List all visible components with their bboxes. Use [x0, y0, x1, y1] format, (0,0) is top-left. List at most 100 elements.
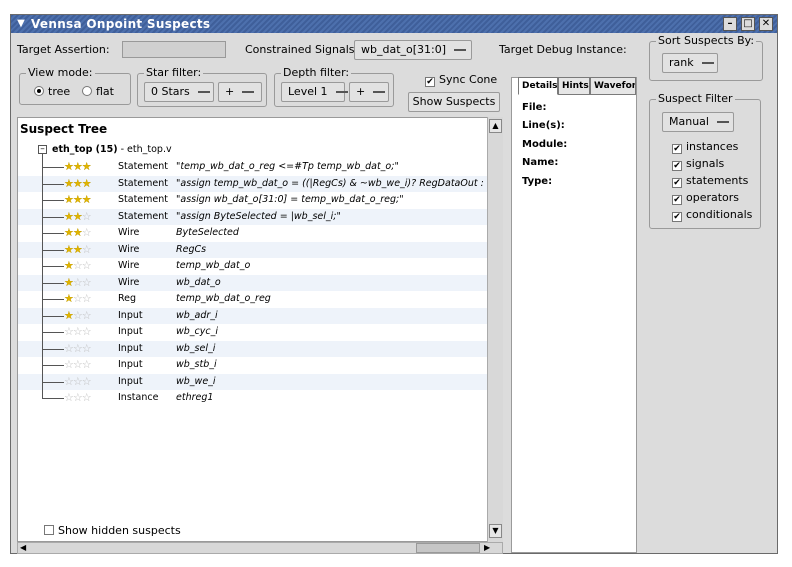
maximize-icon[interactable]: □	[741, 17, 755, 31]
tree-row[interactable]: ★★☆ Statement "assign ByteSelected = |wb_s…	[18, 208, 490, 225]
suspect-kind: Reg	[118, 293, 137, 304]
constrained-signals-select[interactable]: wb_dat_o[31:0]	[354, 40, 472, 60]
star-empty-icon: ☆	[72, 374, 83, 388]
radio-selected-icon	[34, 86, 44, 96]
star-filled-icon: ★	[64, 176, 74, 190]
tree-row[interactable]: ☆☆☆ Input wb_we_i	[18, 373, 490, 390]
suspect-kind: Wire	[118, 227, 140, 238]
constrained-signals-value: wb_dat_o[31:0]	[361, 43, 447, 56]
minimize-icon[interactable]: –	[723, 17, 737, 31]
star-rating-icon: ★★☆	[64, 242, 92, 256]
close-icon[interactable]: ✕	[759, 17, 773, 31]
tree-line	[42, 200, 64, 201]
type-label: Type:	[522, 176, 553, 187]
star-filter-operator-select[interactable]: +	[218, 82, 262, 102]
tree-row[interactable]: ★☆☆ Reg temp_wb_dat_o_reg	[18, 291, 490, 308]
suspect-kind: Input	[118, 326, 143, 337]
show-hidden-suspects-checkbox[interactable]: Show hidden suspects	[44, 524, 181, 537]
scroll-up-icon[interactable]: ▲	[489, 119, 502, 133]
star-rating-icon: ★★☆	[64, 209, 92, 223]
sort-suspects-select[interactable]: rank	[662, 53, 718, 73]
filter-conditionals-label: conditionals	[686, 208, 753, 221]
window-menu-icon[interactable]: ▼	[14, 17, 28, 31]
star-empty-icon: ☆	[72, 325, 83, 338]
checkbox-icon	[44, 525, 54, 535]
filter-conditionals-checkbox[interactable]: ✔ conditionals	[672, 208, 752, 222]
dropdown-icon	[335, 91, 348, 93]
dropdown-icon	[242, 91, 255, 93]
suspect-kind: Statement	[118, 194, 168, 205]
tree-line	[42, 167, 64, 168]
tree-horizontal-scrollbar[interactable]: ◀ ▶	[17, 542, 503, 554]
star-filled-icon: ★	[64, 259, 74, 272]
checkbox-checked-icon: ✔	[672, 161, 682, 171]
scroll-down-icon[interactable]: ▼	[489, 524, 502, 538]
view-mode-flat-radio[interactable]: flat	[82, 85, 114, 98]
view-mode-tree-radio[interactable]: tree	[34, 85, 70, 98]
star-filter-select[interactable]: 0 Stars	[144, 82, 214, 102]
star-filled-icon: ★	[72, 209, 83, 223]
star-rating-icon: ☆☆☆	[64, 325, 92, 338]
details-panel: Details Hints Waveform File: Line(s): Mo…	[511, 77, 637, 553]
tree-line	[42, 398, 64, 399]
star-empty-icon: ☆	[81, 358, 92, 371]
title-bar[interactable]: ▼ Vennsa Onpoint Suspects – □ ✕	[11, 15, 777, 33]
tree-line	[42, 249, 64, 251]
tree-row[interactable]: ★★★ Statement "temp_wb_dat_o_reg <=#Tp tem…	[18, 159, 490, 176]
filter-instances-checkbox[interactable]: ✔ instances	[672, 140, 738, 154]
scroll-right-icon[interactable]: ▶	[484, 543, 496, 553]
tree-row[interactable]: ☆☆☆ Input wb_cyc_i	[18, 324, 490, 341]
tree-row[interactable]: ★★★ Statement "assign wb_dat_o[31:0] = tem…	[18, 192, 490, 209]
sync-cone-label: Sync Cone	[439, 73, 498, 86]
star-filled-icon: ★	[64, 308, 74, 322]
star-empty-icon: ☆	[81, 374, 92, 388]
tab-hints[interactable]: Hints	[558, 77, 590, 95]
dropdown-icon	[373, 91, 386, 93]
tree-row[interactable]: ★☆☆ Wire wb_dat_o	[18, 274, 490, 291]
star-empty-icon: ☆	[64, 341, 74, 355]
depth-filter-operator-select[interactable]: +	[349, 82, 389, 102]
tree-vertical-scrollbar[interactable]: ▲ ▼	[487, 117, 503, 542]
filter-statements-checkbox[interactable]: ✔ statements	[672, 174, 748, 188]
sync-cone-checkbox[interactable]: ✔ Sync Cone	[425, 73, 497, 87]
root-module-name: eth_top (15)	[52, 144, 118, 155]
filter-operators-checkbox[interactable]: ✔ operators	[672, 191, 739, 205]
star-filled-icon: ★	[72, 242, 83, 256]
collapse-icon[interactable]: –	[38, 145, 47, 154]
target-debug-instance-label: Target Debug Instance:	[499, 43, 627, 56]
suspect-filter-mode-select[interactable]: Manual	[662, 112, 734, 132]
tree-row[interactable]: ★☆☆ Wire temp_wb_dat_o	[18, 258, 490, 275]
scroll-left-icon[interactable]: ◀	[20, 543, 32, 553]
star-filled-icon: ★	[64, 275, 74, 289]
suspect-tree-panel[interactable]: Suspect Tree – eth_top (15) - eth_top.v …	[17, 117, 503, 542]
tree-row[interactable]: ★★☆ Wire ByteSelected	[18, 225, 490, 242]
scroll-thumb[interactable]	[416, 543, 480, 553]
suspect-name: "assign wb_dat_o[31:0] = temp_wb_dat_o_r…	[176, 194, 404, 205]
star-empty-icon: ☆	[81, 275, 92, 289]
star-rating-icon: ★☆☆	[64, 259, 92, 272]
suspect-kind: Input	[118, 375, 143, 387]
name-label: Name:	[522, 157, 559, 168]
tree-row[interactable]: ★☆☆ Input wb_adr_i	[18, 307, 490, 324]
show-suspects-button[interactable]: Show Suspects	[408, 92, 500, 112]
tab-waveform[interactable]: Waveform	[590, 77, 636, 95]
star-empty-icon: ☆	[81, 391, 92, 404]
star-filled-icon: ★	[81, 193, 92, 206]
suspect-name: wb_dat_o	[176, 276, 221, 288]
suspect-filter-group: Suspect Filter Manual ✔ instances ✔ signal…	[649, 92, 761, 229]
tree-line	[42, 183, 64, 185]
star-filled-icon: ★	[72, 193, 83, 206]
tree-row[interactable]: ★★★ Statement "assign temp_wb_dat_o = ((|R…	[18, 175, 501, 192]
tree-root-row[interactable]: – eth_top (15) - eth_top.v	[18, 142, 490, 160]
radio-icon	[82, 86, 92, 96]
tab-details[interactable]: Details	[518, 77, 558, 95]
depth-filter-select[interactable]: Level 1	[281, 82, 348, 102]
target-assertion-field[interactable]	[122, 41, 226, 58]
tree-row[interactable]: ☆☆☆ Input wb_stb_i	[18, 357, 490, 374]
filter-signals-checkbox[interactable]: ✔ signals	[672, 157, 724, 171]
tree-row[interactable]: ☆☆☆ Instance ethreg1	[18, 390, 490, 407]
checkbox-checked-icon: ✔	[672, 178, 682, 188]
tree-row[interactable]: ☆☆☆ Input wb_sel_i	[18, 340, 490, 357]
depth-filter-title: Depth filter:	[281, 66, 352, 79]
tree-row[interactable]: ★★☆ Wire RegCs	[18, 241, 490, 258]
